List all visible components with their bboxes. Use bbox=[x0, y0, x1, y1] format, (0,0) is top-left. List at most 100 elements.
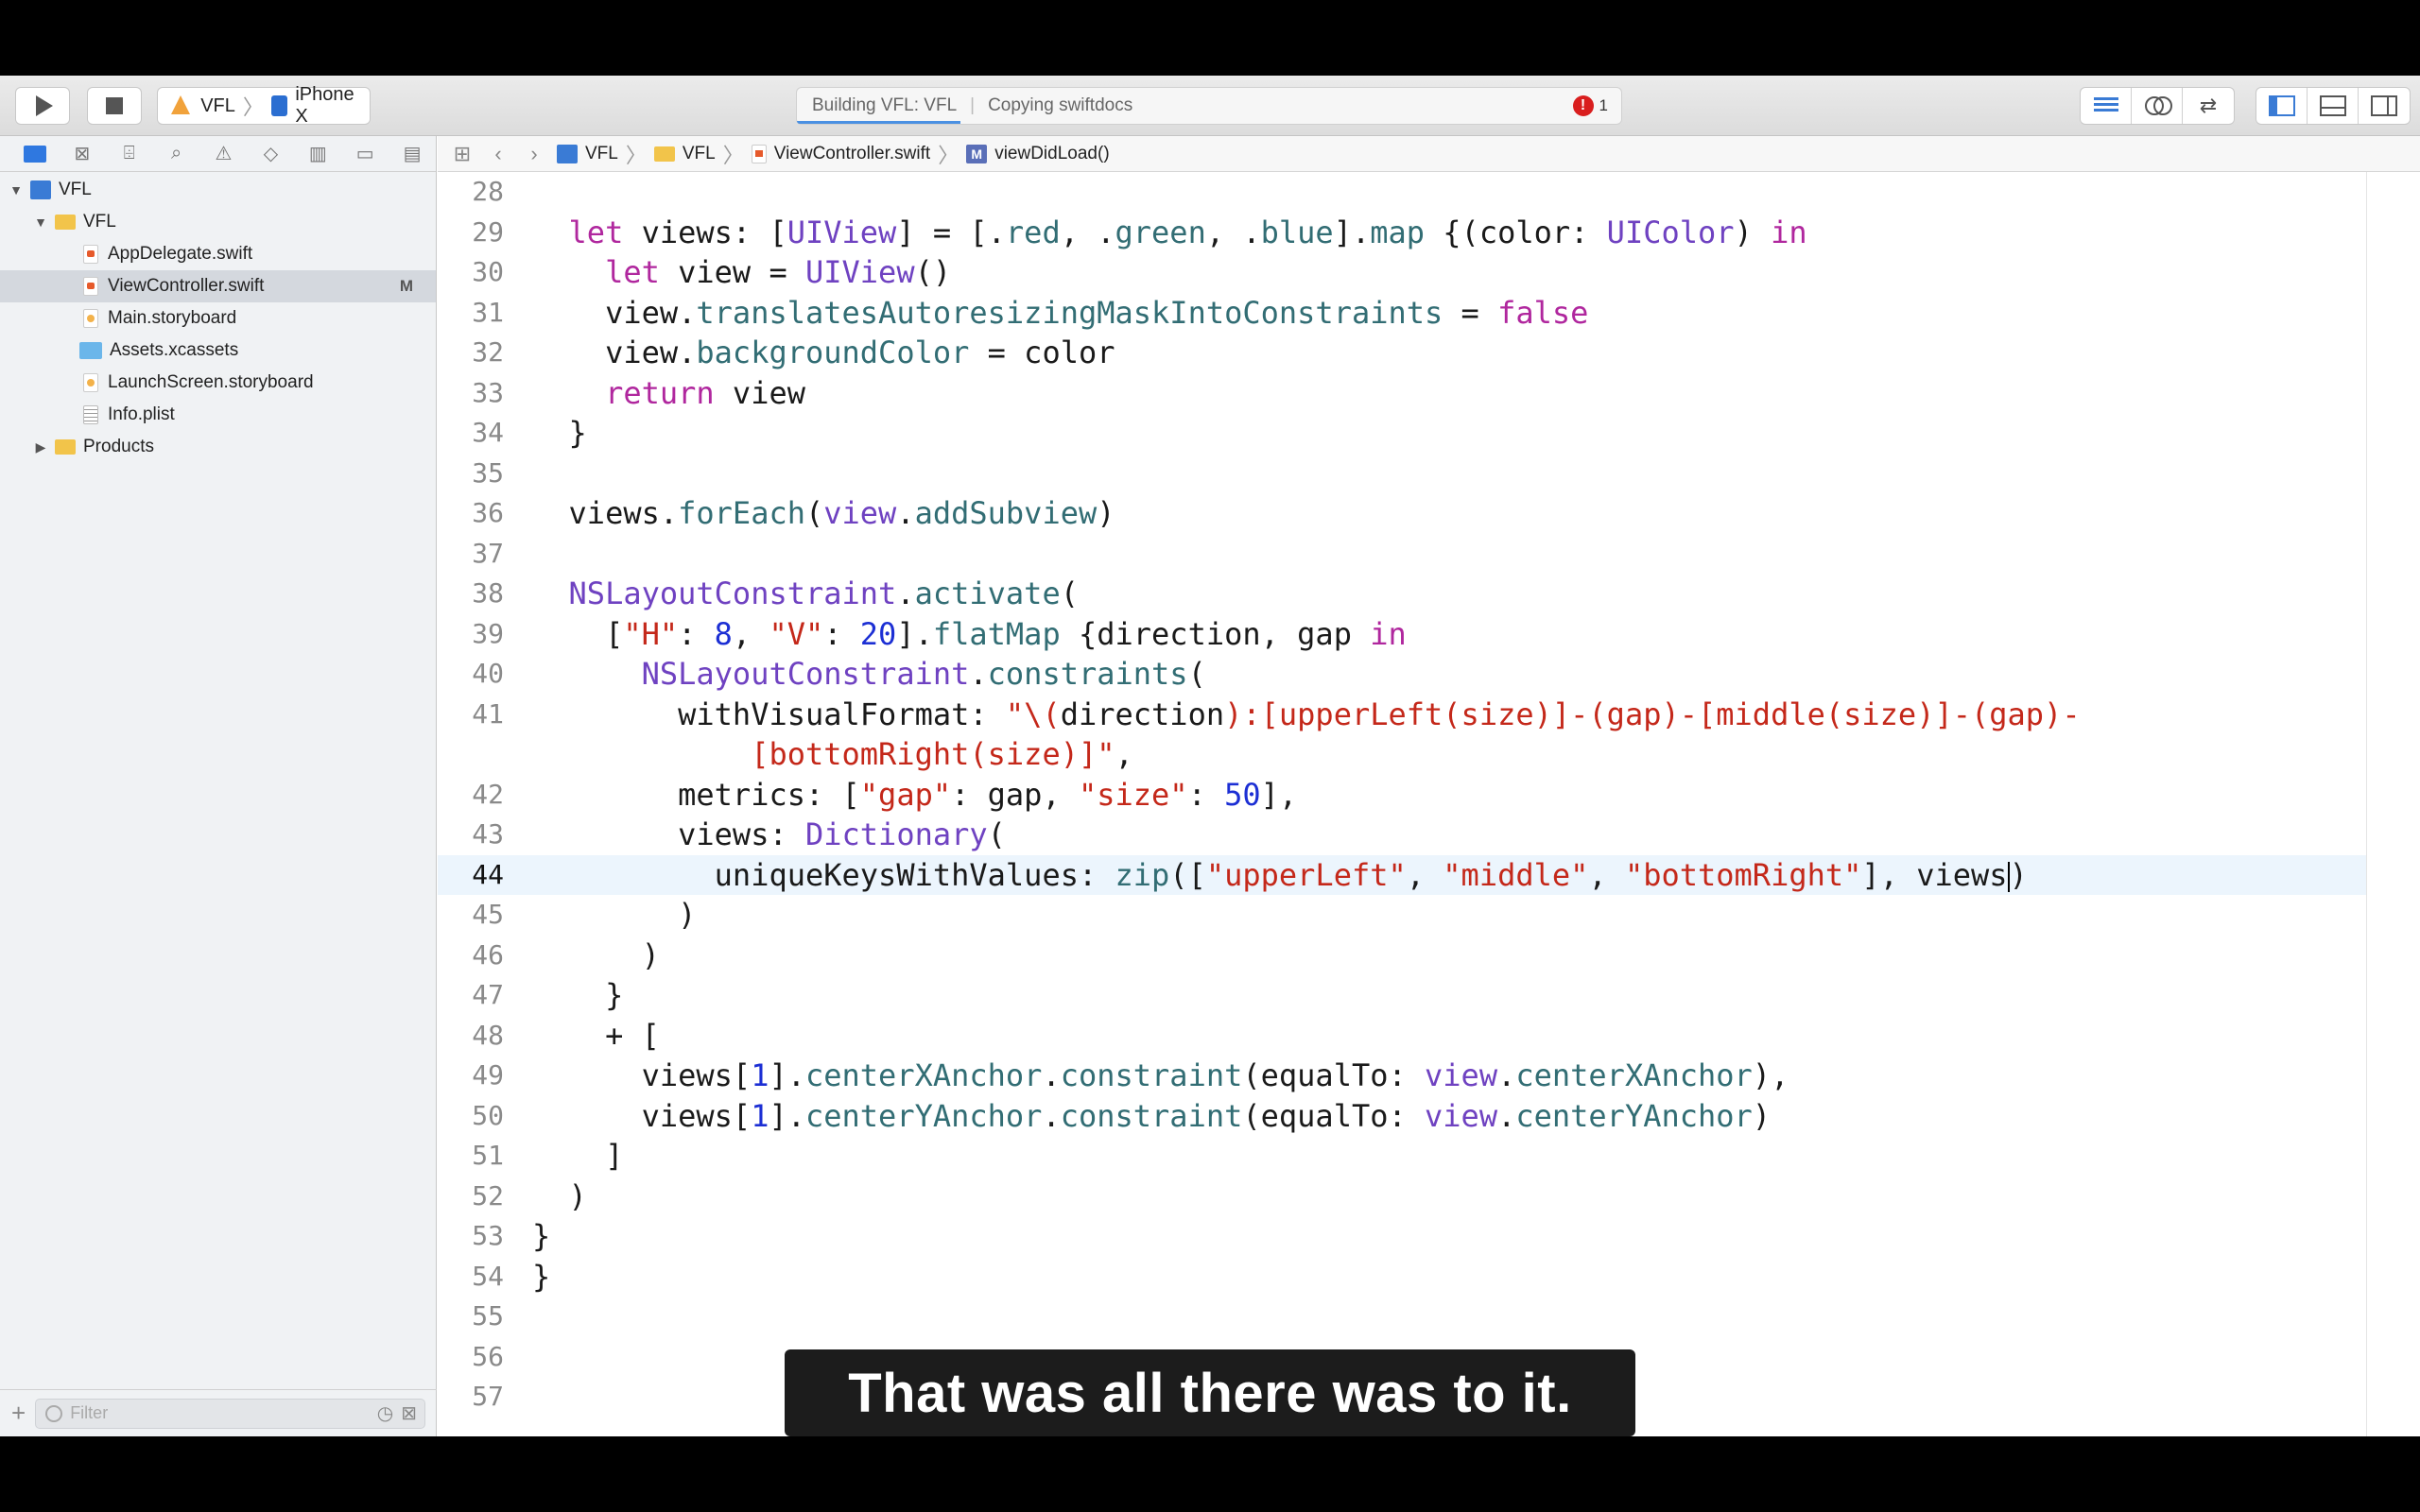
code-line[interactable]: 30 let view = UIView() bbox=[438, 252, 2366, 292]
breadcrumb-symbol[interactable]: viewDidLoad() bbox=[994, 144, 1109, 164]
debug-toggle-button[interactable] bbox=[2308, 88, 2359, 124]
inspector-toggle-button[interactable] bbox=[2359, 88, 2410, 124]
disclosure-triangle-icon[interactable]: ▼ bbox=[9, 182, 23, 198]
source-control-filter-icon[interactable]: ⊠ bbox=[401, 1401, 417, 1425]
code-line[interactable]: 45 ) bbox=[438, 895, 2366, 935]
folder-icon bbox=[55, 439, 76, 455]
project-navigator-tab[interactable] bbox=[11, 145, 59, 163]
code-line[interactable]: 38 NSLayoutConstraint.activate( bbox=[438, 574, 2366, 613]
symbol-navigator-tab[interactable]: ⌹ bbox=[106, 143, 153, 164]
source-control-tab[interactable]: ⊠ bbox=[59, 142, 106, 165]
file-tree-item[interactable]: ▼ VFL bbox=[0, 206, 436, 238]
activity-view[interactable]: Building VFL: VFL | Copying swiftdocs ! … bbox=[796, 87, 1622, 125]
activity-status: Building VFL: VFL bbox=[812, 95, 958, 115]
project-icon bbox=[30, 180, 51, 199]
play-icon bbox=[36, 95, 53, 116]
jump-bar: ⊞ ‹ › VFL 〉 VFL 〉 ViewController.swift 〉… bbox=[438, 136, 2420, 172]
forward-arrow-icon[interactable]: › bbox=[521, 142, 547, 166]
stop-button[interactable] bbox=[87, 87, 142, 125]
related-items-icon[interactable]: ⊞ bbox=[449, 142, 475, 166]
code-line[interactable]: 39 ["H": 8, "V": 20].flatMap {direction,… bbox=[438, 614, 2366, 654]
code-line[interactable]: 52 ) bbox=[438, 1177, 2366, 1216]
report-navigator-tab[interactable]: ▤ bbox=[389, 142, 436, 165]
code-line[interactable]: 43 views: Dictionary( bbox=[438, 815, 2366, 854]
filter-field[interactable]: Filter ◷ ⊠ bbox=[35, 1398, 425, 1429]
navigator-toggle-button[interactable] bbox=[2256, 88, 2308, 124]
find-navigator-tab[interactable]: ⌕ bbox=[153, 143, 200, 164]
code-text: views[1].centerYAnchor.constraint(equalT… bbox=[532, 1097, 1772, 1134]
breadcrumb-project[interactable]: VFL bbox=[585, 144, 618, 164]
chevron-right-icon: 〉 bbox=[242, 95, 264, 119]
code-text: view.backgroundColor = color bbox=[532, 335, 1115, 370]
code-line[interactable]: 40 NSLayoutConstraint.constraints( bbox=[438, 654, 2366, 694]
code-line[interactable]: 51 ] bbox=[438, 1136, 2366, 1176]
editor-scrollbar-gutter[interactable] bbox=[2366, 172, 2420, 1436]
error-count: 1 bbox=[1599, 96, 1608, 114]
file-tree-item[interactable]: ▶ Products bbox=[0, 431, 436, 463]
version-editor-button[interactable]: ⇄ bbox=[2183, 88, 2234, 124]
code-line[interactable]: 55 bbox=[438, 1297, 2366, 1336]
code-line[interactable]: 29 let views: [UIView] = [.red, .green, … bbox=[438, 213, 2366, 252]
file-tree-item-label: VFL bbox=[59, 180, 92, 199]
right-panel-icon bbox=[2371, 95, 2397, 116]
swift-file-icon bbox=[83, 277, 98, 296]
file-tree-item[interactable]: ▼ VFL bbox=[0, 174, 436, 206]
recent-files-icon[interactable]: ◷ bbox=[377, 1401, 393, 1425]
code-line[interactable]: 50 views[1].centerYAnchor.constraint(equ… bbox=[438, 1096, 2366, 1136]
code-line[interactable]: 37 bbox=[438, 534, 2366, 574]
code-line[interactable]: 49 views[1].centerXAnchor.constraint(equ… bbox=[438, 1056, 2366, 1095]
plist-icon bbox=[83, 405, 98, 424]
file-tree-item[interactable]: ViewController.swift M bbox=[0, 270, 436, 302]
code-text: } bbox=[532, 415, 587, 451]
source-editor[interactable]: 28 29 let views: [UIView] = [.red, .green… bbox=[438, 172, 2366, 1436]
filter-options: ◷ ⊠ bbox=[377, 1401, 417, 1425]
breadcrumb-file[interactable]: ViewController.swift bbox=[774, 144, 930, 164]
code-line[interactable]: 33 return view bbox=[438, 373, 2366, 413]
code-text: [bottomRight(size)]", bbox=[751, 736, 1133, 772]
standard-editor-button[interactable] bbox=[2081, 88, 2132, 124]
code-line[interactable]: 31 view.translatesAutoresizingMaskIntoCo… bbox=[438, 293, 2366, 333]
code-line[interactable]: 44 uniqueKeysWithValues: zip(["upperLeft… bbox=[438, 854, 2366, 895]
breadcrumb-group[interactable]: VFL bbox=[683, 144, 716, 164]
code-line[interactable]: 42 metrics: ["gap": gap, "size": 50], bbox=[438, 775, 2366, 815]
code-line[interactable]: 48 + [ bbox=[438, 1016, 2366, 1056]
file-tree-item[interactable]: AppDelegate.swift bbox=[0, 238, 436, 270]
test-navigator-tab[interactable]: ◇ bbox=[247, 142, 294, 165]
add-file-button[interactable]: + bbox=[11, 1399, 26, 1428]
file-tree-item[interactable]: Assets.xcassets bbox=[0, 335, 436, 367]
file-tree-item[interactable]: Main.storyboard bbox=[0, 302, 436, 335]
code-line[interactable]: [bottomRight(size)]", bbox=[438, 734, 2366, 774]
error-icon: ! bbox=[1572, 95, 1594, 116]
error-indicator[interactable]: ! 1 bbox=[1572, 95, 1608, 116]
file-tree: ▼ VFL ▼ VFL AppDelegate.swift ViewController.… bbox=[0, 172, 436, 463]
line-number: 42 bbox=[472, 778, 504, 810]
scheme-selector[interactable]: VFL 〉 iPhone X bbox=[157, 84, 371, 127]
issue-navigator-tab[interactable]: ⚠ bbox=[200, 142, 248, 165]
disclosure-triangle-icon[interactable]: ▶ bbox=[34, 439, 47, 455]
code-line[interactable]: 35 bbox=[438, 454, 2366, 493]
code-line[interactable]: 34 } bbox=[438, 413, 2366, 453]
code-text: ) bbox=[532, 897, 697, 933]
arrows-icon: ⇄ bbox=[2199, 94, 2218, 117]
code-line[interactable]: 41 withVisualFormat: "\(direction):[uppe… bbox=[438, 695, 2366, 734]
disclosure-triangle-icon[interactable]: ▼ bbox=[34, 215, 47, 230]
code-line[interactable]: 32 view.backgroundColor = color bbox=[438, 333, 2366, 372]
debug-navigator-tab[interactable]: ▥ bbox=[294, 142, 341, 165]
file-tree-item[interactable]: Info.plist bbox=[0, 399, 436, 431]
code-line[interactable]: 46 ) bbox=[438, 936, 2366, 975]
folder-icon bbox=[653, 146, 675, 162]
code-line[interactable]: 36 views.forEach(view.addSubview) bbox=[438, 493, 2366, 533]
breadcrumb: VFL 〉 VFL 〉 ViewController.swift 〉 M vie… bbox=[557, 139, 1110, 169]
code-line[interactable]: 53} bbox=[438, 1216, 2366, 1256]
code-line[interactable]: 54} bbox=[438, 1257, 2366, 1297]
video-caption: That was all there was to it. bbox=[785, 1349, 1635, 1436]
back-arrow-icon[interactable]: ‹ bbox=[485, 142, 511, 166]
run-button[interactable] bbox=[15, 87, 70, 125]
editor-mode-group: ⇄ bbox=[2080, 87, 2235, 125]
breakpoint-navigator-tab[interactable]: ▭ bbox=[341, 142, 389, 165]
file-tree-item[interactable]: LaunchScreen.storyboard bbox=[0, 367, 436, 399]
code-line[interactable]: 47 } bbox=[438, 975, 2366, 1015]
code-line[interactable]: 28 bbox=[438, 172, 2366, 212]
assistant-editor-button[interactable] bbox=[2132, 88, 2183, 124]
circles-icon bbox=[2144, 96, 2172, 115]
